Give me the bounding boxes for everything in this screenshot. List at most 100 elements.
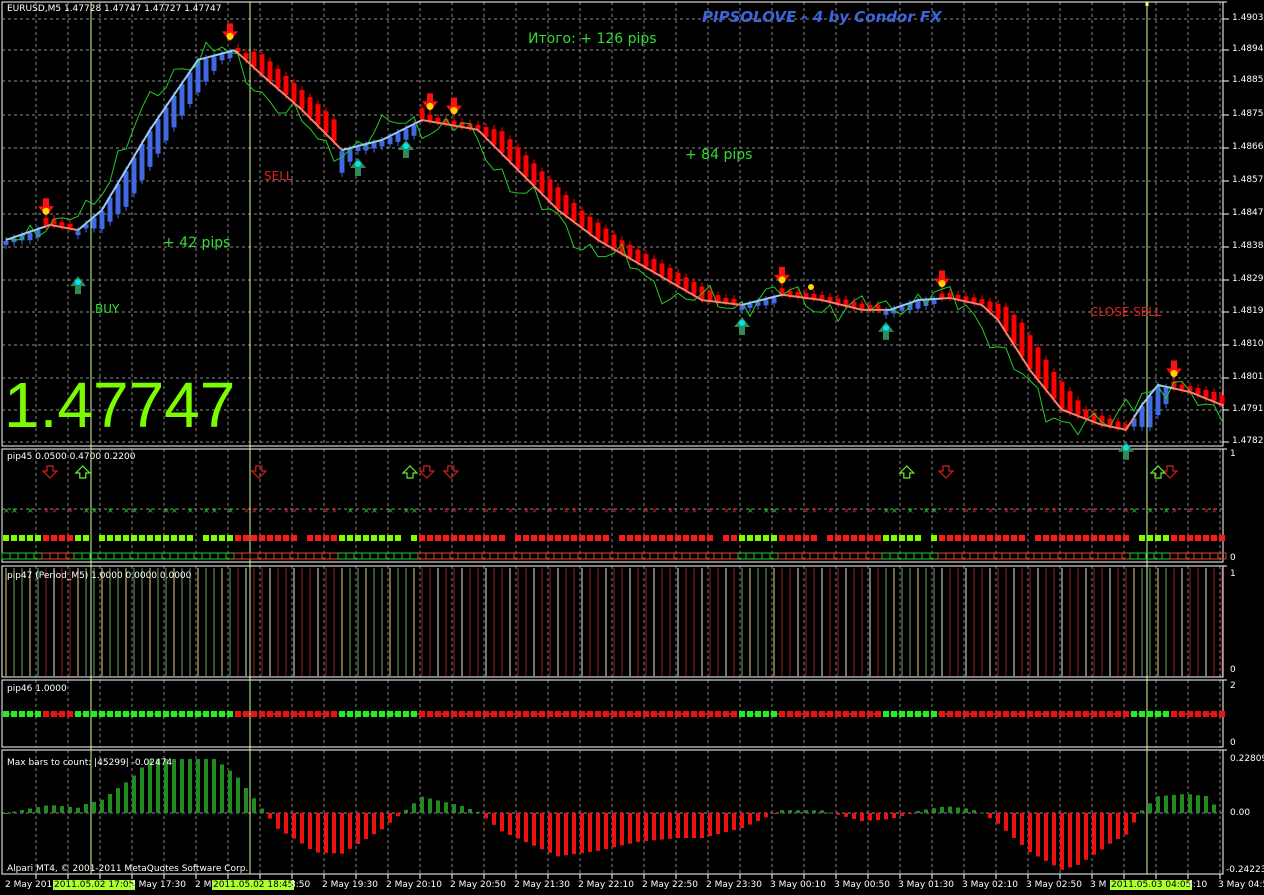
histogram-bar — [692, 813, 696, 839]
histogram-bar — [204, 759, 208, 813]
sell-signal-dot — [1170, 370, 1178, 378]
histogram-bar — [28, 808, 32, 813]
chart-canvas[interactable]: × × × × × × × × × × × × × × × × × × × × × × × × × × × × × × × × × × × × × × × ×… — [0, 0, 1264, 895]
pip45-box — [1033, 552, 1043, 560]
pip45-square — [1051, 535, 1057, 541]
pip46-square — [931, 711, 937, 717]
candle-down — [651, 258, 657, 272]
pip45-x-mark: × — [987, 506, 994, 515]
pip45-x-mark: × — [67, 506, 74, 515]
pip45-square — [531, 535, 537, 541]
buy-signal-dot — [75, 279, 81, 286]
pip46-square — [955, 711, 961, 717]
pip45-x-mark: × — [251, 506, 258, 515]
signal-dot — [808, 284, 814, 290]
pip45-box — [889, 552, 899, 560]
pip46-square — [819, 711, 825, 717]
pip45-box — [185, 552, 195, 560]
pip45-square — [843, 535, 849, 541]
candle-down — [491, 129, 497, 145]
pip45-square — [1043, 535, 1049, 541]
pip45-box — [1, 552, 11, 560]
pip45-box — [641, 552, 651, 560]
pip46-square — [387, 711, 393, 717]
candle-down — [571, 202, 577, 221]
pip45-x-mark: × — [683, 506, 690, 515]
pip45-x-mark: × — [1011, 506, 1018, 515]
pip46-square — [915, 711, 921, 717]
time-axis-label: 3 May 02:50 — [1026, 880, 1082, 890]
histogram-bar — [836, 813, 840, 815]
pip45-x-mark: × — [491, 506, 498, 515]
pip45-square — [75, 535, 81, 541]
histogram-bar — [92, 801, 96, 813]
histogram-bar — [484, 813, 488, 819]
pip46-square — [187, 711, 193, 717]
pip45-x-mark: × — [91, 506, 98, 515]
pip46-square — [1043, 711, 1049, 717]
pip45-box — [673, 552, 683, 560]
histogram-bar — [492, 813, 496, 825]
time-axis-cursor-label: 2011.05.02 18:45 — [212, 880, 295, 890]
candle-up — [163, 107, 169, 141]
histogram-bar — [972, 810, 976, 813]
pip45-box — [657, 552, 667, 560]
pip45-x-mark: × — [267, 506, 274, 515]
pip45-square — [827, 535, 833, 541]
pip45-square — [755, 535, 761, 541]
pip45-box — [161, 552, 171, 560]
pip45-x-mark: × — [43, 506, 50, 515]
histogram-bar — [68, 806, 72, 813]
pip45-box — [1161, 552, 1171, 560]
histogram-bar — [1036, 813, 1040, 857]
histogram-bar — [508, 813, 512, 835]
histogram-bar — [1204, 796, 1208, 813]
histogram-bar — [668, 813, 672, 839]
pip45-box — [193, 552, 203, 560]
histogram-bar — [556, 813, 560, 857]
pip46-square — [339, 711, 345, 717]
pip45-square — [891, 535, 897, 541]
pip45-x-mark: × — [331, 506, 338, 515]
histogram-bar — [1124, 813, 1128, 835]
pip45-box — [993, 552, 1003, 560]
pip46-square — [11, 711, 17, 717]
histogram-bar — [468, 808, 472, 813]
pip45-square — [99, 535, 105, 541]
pip45-box — [849, 552, 859, 560]
pip45-square — [491, 535, 497, 541]
histogram-bar — [380, 813, 384, 830]
candle-down — [715, 295, 721, 302]
histogram-bar — [676, 813, 680, 839]
pip45-x-mark: × — [931, 506, 938, 515]
pip46-square — [1075, 711, 1081, 717]
candle-up — [187, 72, 193, 105]
pip45-box — [321, 552, 331, 560]
candle-down — [691, 281, 697, 295]
histogram-bar — [12, 811, 16, 813]
pip46-square — [1155, 711, 1161, 717]
pip45-square — [1211, 535, 1217, 541]
pane-frame-2 — [1, 565, 1224, 678]
pip45-square — [899, 535, 905, 541]
pip45-box — [17, 552, 27, 560]
histogram-bar — [564, 813, 568, 856]
pip45-square — [59, 535, 65, 541]
pip45-square — [147, 535, 153, 541]
pip45-down-arrow-icon — [41, 465, 59, 479]
pip45-square — [867, 535, 873, 541]
pip45-scale-min: 0 — [1230, 553, 1236, 563]
pip46-square — [1107, 711, 1113, 717]
pip45-square — [675, 535, 681, 541]
pip45-box — [1073, 552, 1083, 560]
pip45-box — [433, 552, 443, 560]
pip45-x-mark: × — [1203, 506, 1210, 515]
pip46-square — [555, 711, 561, 717]
pip46-square — [723, 711, 729, 717]
pip46-square — [595, 711, 601, 717]
pip46-square — [379, 711, 385, 717]
pip46-square — [1059, 711, 1065, 717]
time-axis-label: 2 May 2011 — [5, 880, 58, 890]
pip45-square — [1219, 535, 1225, 541]
pip45-box — [1153, 552, 1163, 560]
